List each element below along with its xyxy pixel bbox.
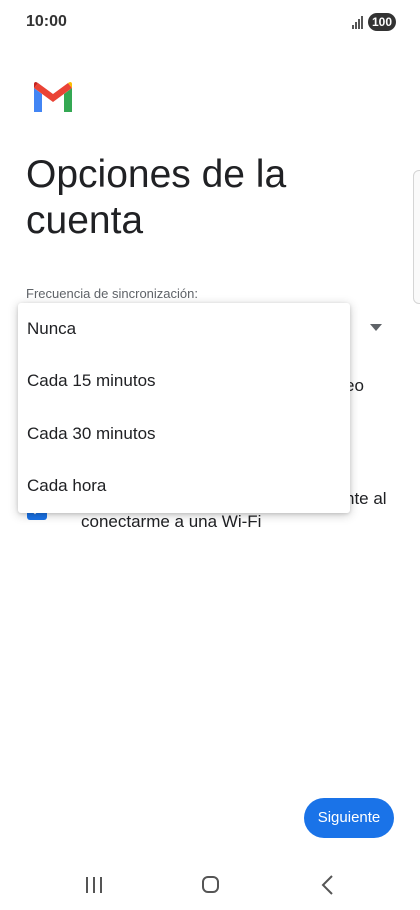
recents-icon[interactable] [85, 876, 103, 894]
next-button[interactable]: Siguiente [304, 798, 394, 838]
back-icon[interactable] [320, 875, 334, 895]
sync-frequency-dropdown-menu: Nunca Cada 15 minutos Cada 30 minutos Ca… [18, 303, 350, 513]
menu-item-nunca[interactable]: Nunca [18, 303, 350, 355]
status-bar: 10:00 100 [0, 0, 420, 48]
screen: 10:00 100 Opciones de la cuenta Frecuenc… [0, 0, 420, 910]
dropdown-arrow-icon[interactable] [370, 324, 382, 331]
sync-frequency-label: Frecuencia de sincronización: [26, 286, 198, 301]
status-time: 10:00 [26, 13, 67, 30]
menu-item-30-minutos[interactable]: Cada 30 minutos [18, 408, 350, 460]
gmail-logo [34, 82, 72, 112]
menu-item-cada-hora[interactable]: Cada hora [18, 460, 350, 512]
battery-icon: 100 [368, 13, 396, 31]
edge-panel-handle[interactable] [413, 170, 420, 304]
page-title: Opciones de la cuenta [26, 153, 287, 242]
home-icon[interactable] [202, 876, 219, 893]
background-option-text-2-line2: conectarme a una Wi-Fi [81, 512, 262, 531]
signal-icon [352, 16, 363, 29]
navigation-bar [0, 860, 420, 910]
menu-item-15-minutos[interactable]: Cada 15 minutos [18, 355, 350, 407]
background-option-text-2: nte al [345, 489, 387, 508]
